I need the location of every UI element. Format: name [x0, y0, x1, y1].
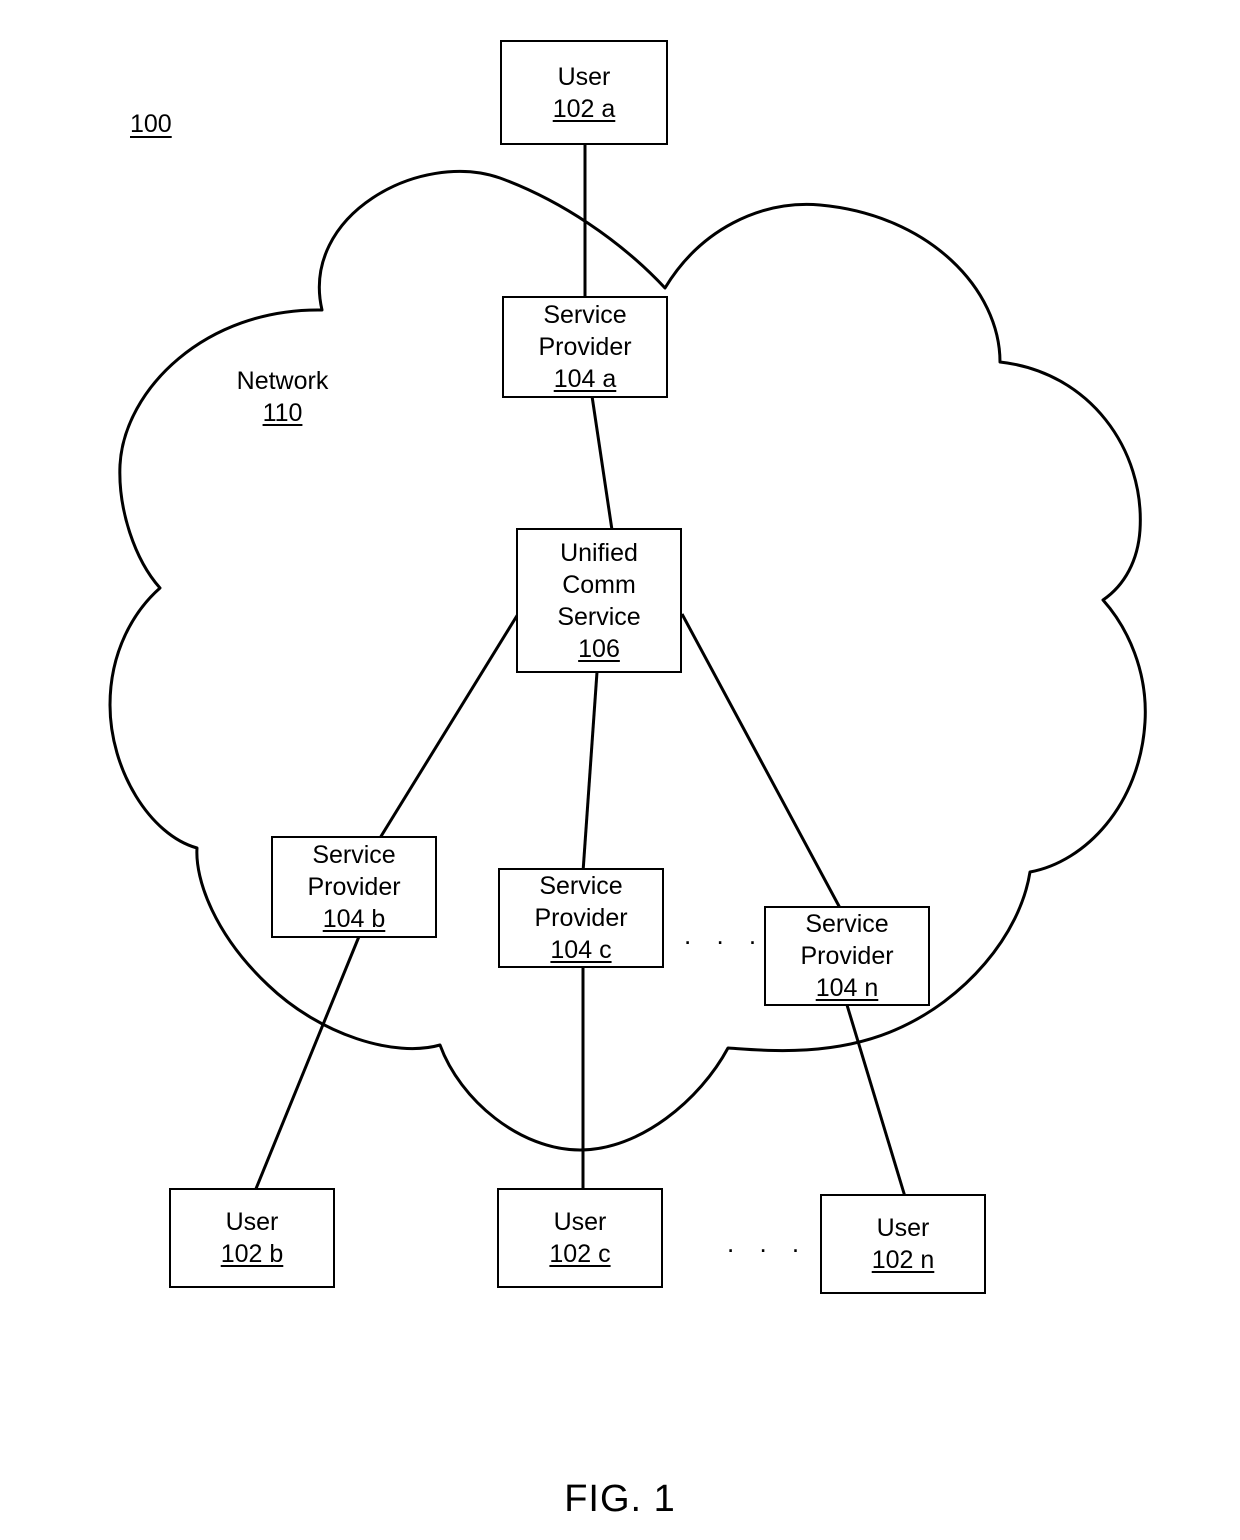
node-title-line2: Provider — [534, 904, 628, 932]
node-title: User — [876, 1214, 930, 1242]
provider-ellipsis: . . . — [684, 920, 766, 950]
node-service-provider-104b[interactable]: Service Provider 104 b — [271, 836, 437, 938]
node-title-line1: Unified — [560, 538, 638, 567]
node-title: User — [553, 1208, 607, 1236]
node-user-102n[interactable]: User 102 n — [820, 1194, 986, 1294]
node-ref: 104 c — [550, 936, 612, 964]
node-service-provider-104n[interactable]: Service Provider 104 n — [764, 906, 930, 1006]
node-title-line1: Service — [543, 301, 627, 329]
node-title-line2: Provider — [538, 333, 632, 361]
node-service-provider-104a[interactable]: Service Provider 104 a — [502, 296, 668, 398]
node-title-line1: Service — [312, 841, 396, 869]
node-user-102a[interactable]: User 102 a — [500, 40, 668, 145]
diagram-canvas — [108, 143, 1147, 1201]
node-title-line3: Service — [557, 602, 641, 631]
node-title-line2: Comm — [562, 570, 636, 599]
node-ref: 104 a — [553, 365, 617, 393]
node-ref: 102 n — [871, 1246, 935, 1274]
node-ref: 106 — [578, 634, 620, 663]
node-ref: 102 c — [549, 1240, 611, 1268]
node-title: User — [225, 1208, 279, 1236]
node-ref: 104 n — [815, 974, 879, 1002]
figure-caption: FIG. 1 — [564, 1478, 676, 1520]
node-ref: 104 b — [322, 905, 386, 933]
node-title: User — [557, 62, 611, 91]
node-title-line2: Provider — [307, 873, 401, 901]
network-label-text: Network — [236, 367, 329, 395]
node-user-102c[interactable]: User 102 c — [497, 1188, 663, 1288]
node-title-line1: Service — [539, 872, 623, 900]
network-ref: 110 — [262, 399, 303, 427]
node-unified-comm-service-106[interactable]: Unified Comm Service 106 — [516, 528, 682, 673]
node-title-line1: Service — [805, 910, 889, 938]
system-reference-numeral: 100 — [130, 110, 172, 138]
figure-1-diagram: 100 Network 110 User 102 a Service Provi… — [0, 0, 1240, 1540]
network-label: Network 110 — [205, 365, 360, 429]
node-user-102b[interactable]: User 102 b — [169, 1188, 335, 1288]
node-ref: 102 b — [220, 1240, 284, 1268]
node-ref: 102 a — [552, 94, 616, 123]
node-title-line2: Provider — [800, 942, 894, 970]
user-ellipsis: . . . — [727, 1228, 809, 1258]
node-service-provider-104c[interactable]: Service Provider 104 c — [498, 868, 664, 968]
